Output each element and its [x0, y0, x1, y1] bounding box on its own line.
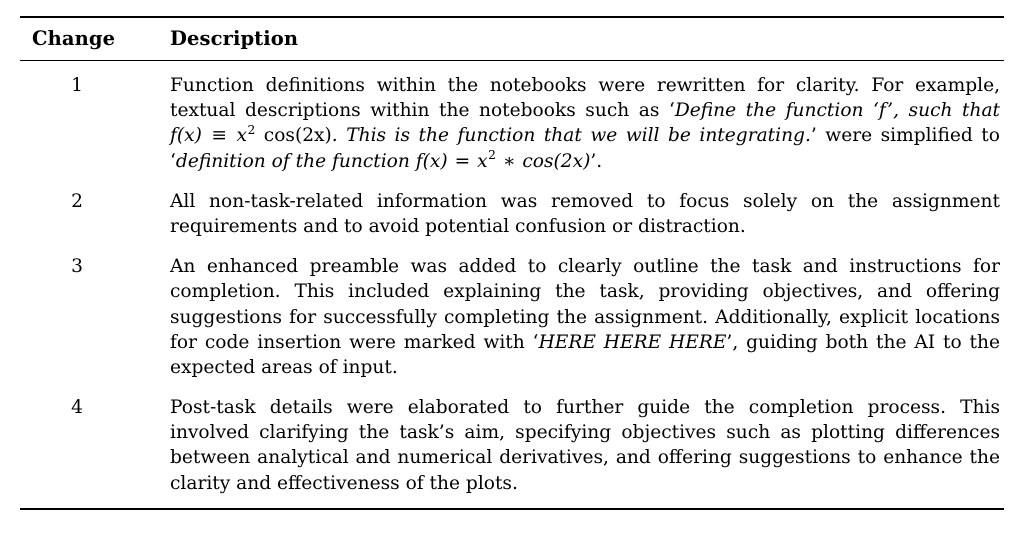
table-header-row: Change Description	[20, 16, 1004, 61]
bottom-rule-left	[20, 507, 160, 511]
math-exponent-2: 2	[488, 148, 496, 163]
math-multiply-symbol: ∗	[502, 150, 516, 172]
cell-change-number: 2	[71, 190, 83, 212]
math-expression-equivalence: f(x) ≡ x2 cos(2x)	[170, 123, 332, 147]
math-function-name-2: f	[415, 150, 423, 172]
math-expression-definition: f(x) = x2 ∗ cos(2x)	[415, 148, 591, 172]
math-cos-argument-2: (2x)	[553, 150, 591, 172]
cell-description: An enhanced preamble was added to clearl…	[160, 243, 1004, 384]
cell-change-number: 1	[20, 59, 160, 178]
math-relation-symbol: ≡	[211, 125, 227, 147]
table-row: 3 An enhanced preamble was added to clea…	[20, 243, 1004, 384]
math-cos-function: cos	[263, 125, 295, 147]
description-italic-quote-2: definition of the function	[175, 150, 416, 172]
cell-change-number: 3	[71, 256, 83, 278]
table-body: 1 Function definitions within the notebo…	[20, 59, 1004, 511]
math-variable-2: x	[477, 150, 488, 172]
table-row: 4 Post-task details were elaborated to f…	[20, 384, 1004, 509]
table-row: 1 Function definitions within the notebo…	[20, 59, 1004, 178]
math-argument-2: (x)	[422, 150, 448, 172]
description-text-segment: All non-task-related information was rem…	[170, 190, 1000, 237]
description-italic-quote-cont: . This is the function that we will be i…	[331, 125, 811, 147]
math-equals-symbol: =	[454, 150, 471, 172]
table-row: 2 All non-task-related information was r…	[20, 178, 1004, 243]
description-italic-quote: Define the function ‘f’, such that	[674, 100, 1000, 122]
cell-description: Post-task details were elaborated to fur…	[160, 384, 1004, 509]
description-text-segment: Post-task details were elaborated to fur…	[170, 397, 1000, 494]
math-cos-argument: (2x)	[294, 125, 332, 147]
math-cos-function-2: cos	[522, 150, 554, 172]
description-italic-marker: HERE HERE HERE	[538, 331, 727, 353]
changes-table: Change Description 1 Function definition…	[20, 16, 1004, 511]
cell-description: All non-task-related information was rem…	[160, 178, 1004, 243]
column-header-change: Change	[20, 16, 160, 61]
math-function-name: f	[170, 125, 177, 147]
cell-change-number: 4	[71, 397, 83, 419]
math-variable: x	[236, 125, 247, 147]
description-text-segment-3: ’.	[590, 150, 603, 172]
table-header: Change Description	[20, 16, 1004, 61]
math-argument: (x)	[176, 125, 202, 147]
table-bottom-rule	[20, 507, 1004, 511]
column-header-description: Description	[160, 16, 1004, 61]
document-page: Change Description 1 Function definition…	[0, 16, 1024, 538]
bottom-rule-right	[160, 507, 1004, 511]
math-exponent: 2	[247, 123, 256, 138]
cell-description: Function definitions within the notebook…	[160, 59, 1004, 178]
